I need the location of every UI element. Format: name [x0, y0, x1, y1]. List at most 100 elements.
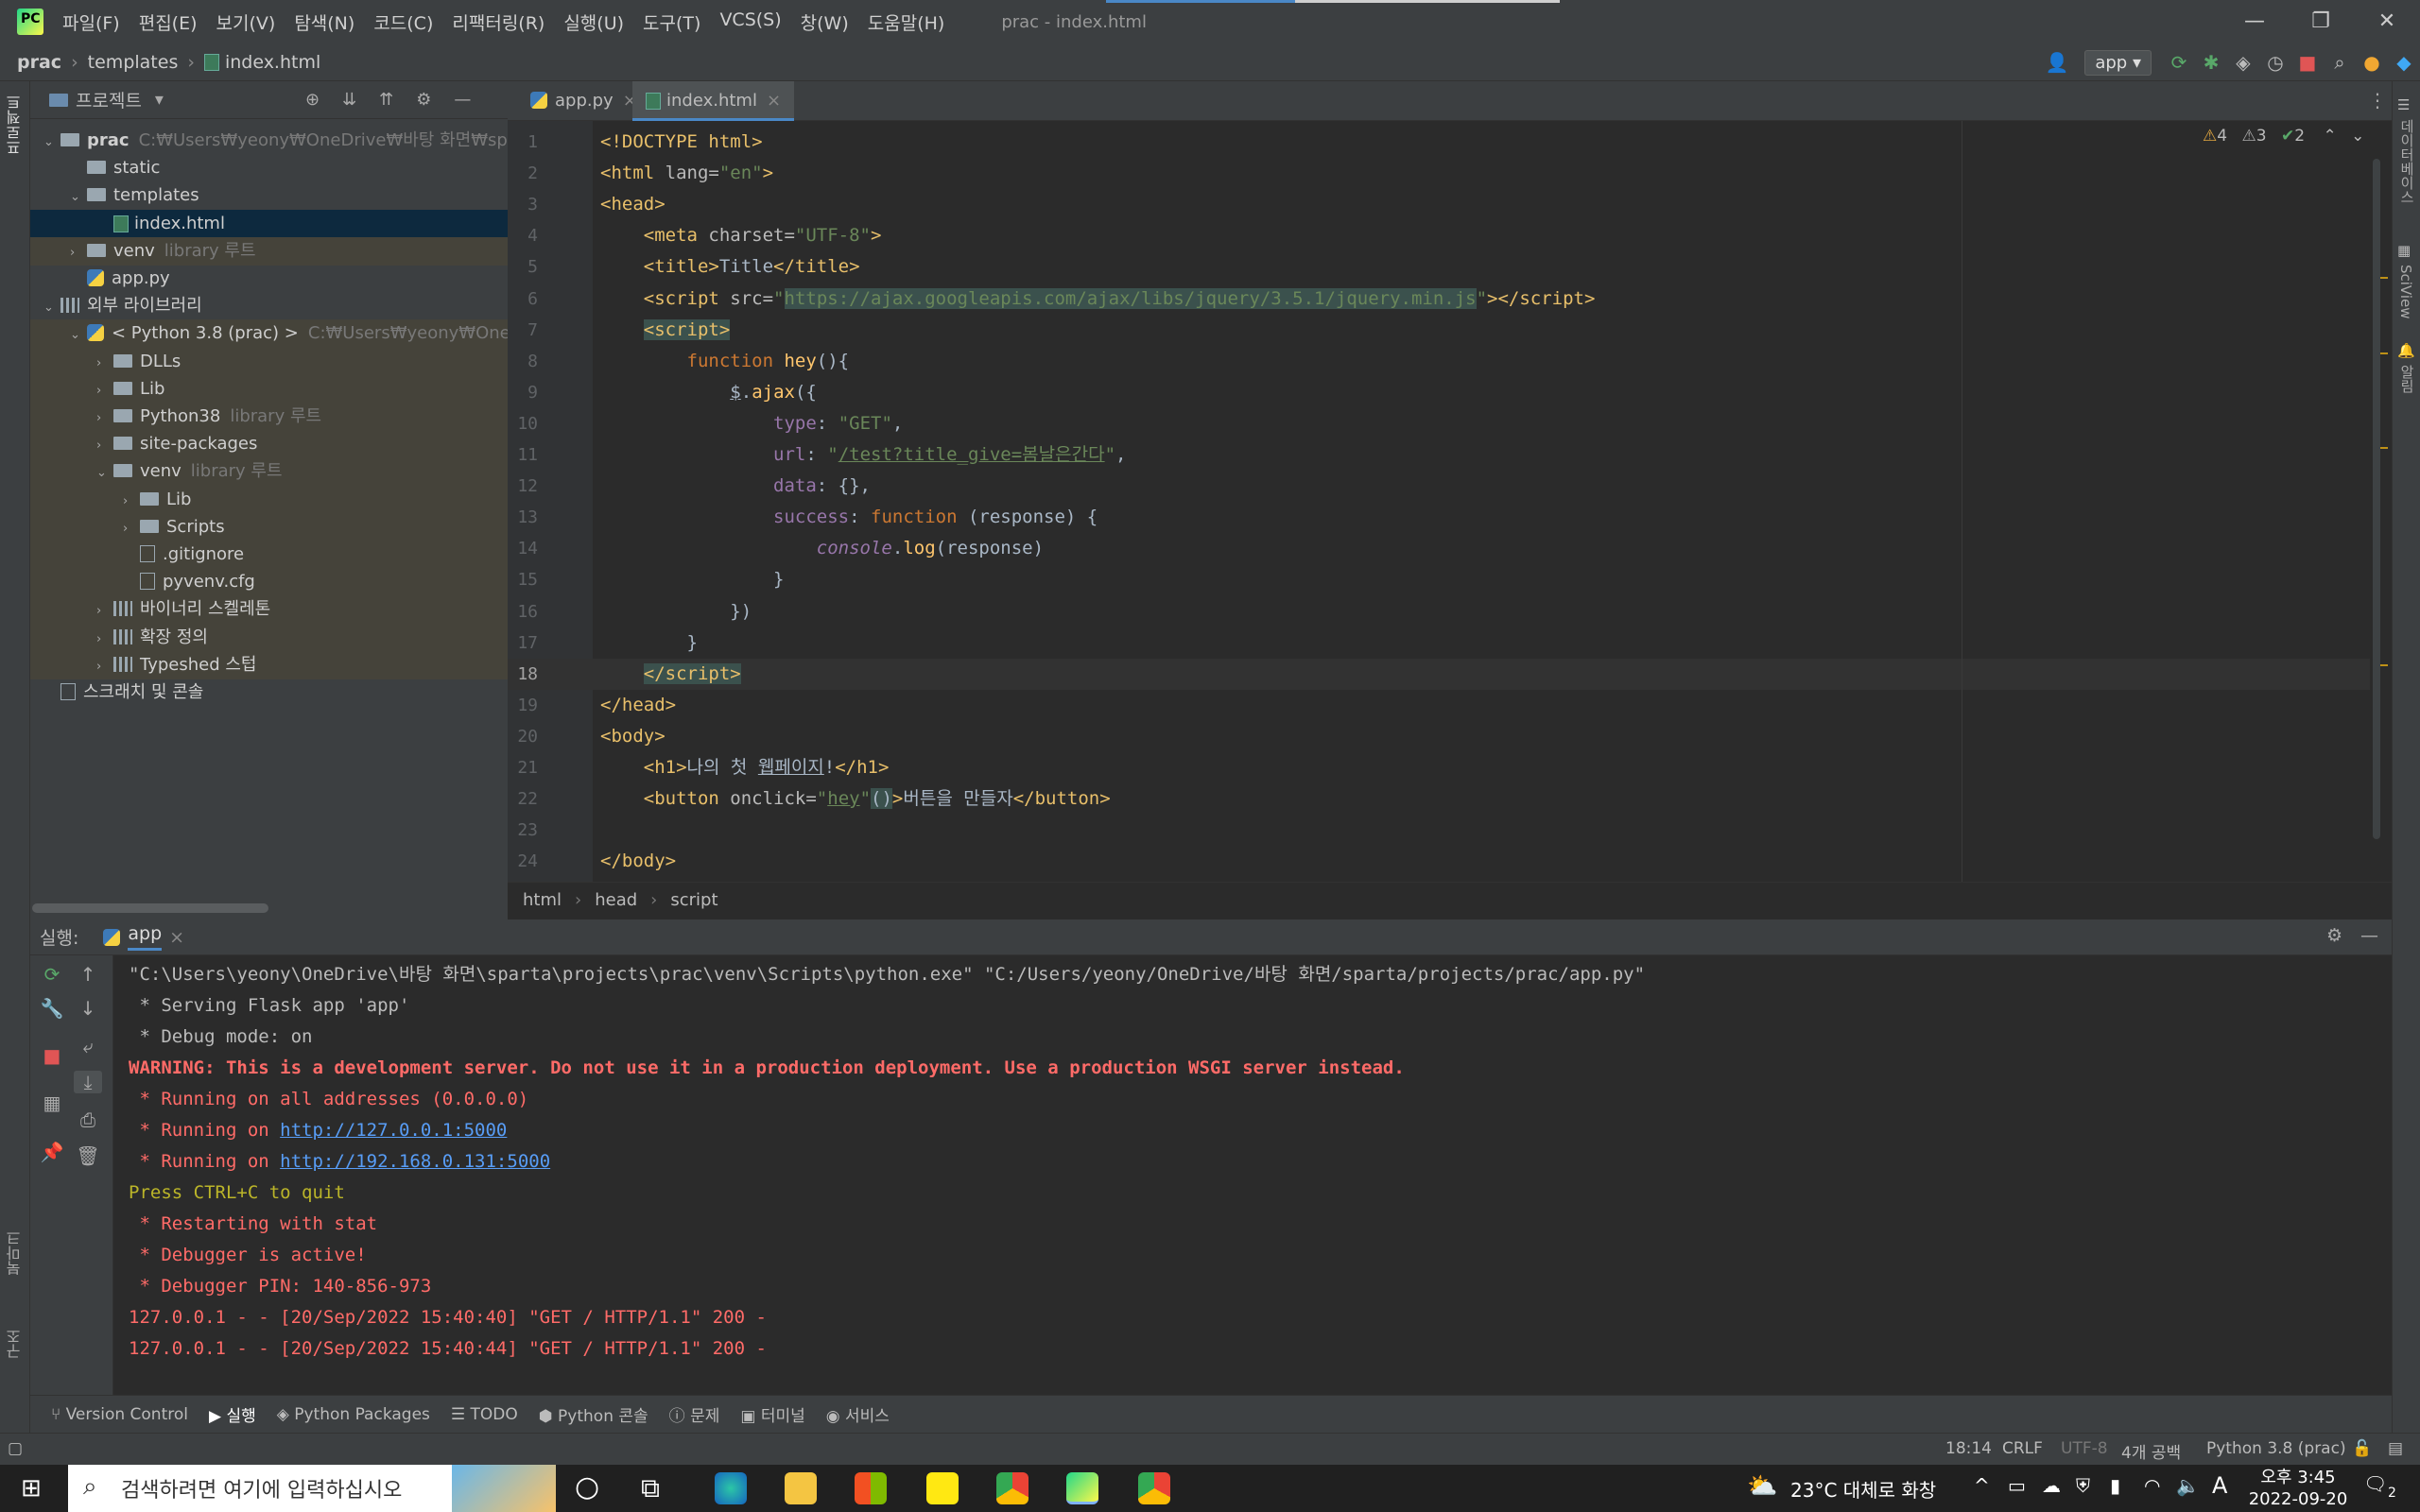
battery-icon[interactable]: ▮ — [2110, 1474, 2120, 1497]
console-link[interactable]: http://192.168.0.131:5000 — [280, 1151, 550, 1172]
bottom-tab[interactable]: ◉ 서비스 — [826, 1402, 890, 1426]
chevron-up-icon[interactable]: ⌃ — [2323, 127, 2336, 146]
code-line[interactable]: <button onclick="hey"()>버튼을 만들자</button> — [600, 783, 1111, 815]
profile-icon[interactable]: ◷ — [2259, 51, 2291, 74]
hide-panel-icon[interactable]: — — [2360, 925, 2378, 946]
chevron-right-icon[interactable]: › — [96, 404, 113, 433]
caret-position[interactable]: 18:14 — [1945, 1439, 1992, 1458]
tab-app-py[interactable]: app.py × — [517, 81, 650, 121]
taskbar-search[interactable]: ⌕ 검색하려면 여기에 입력하십시오 — [68, 1465, 556, 1512]
code-line[interactable]: <h1>나의 첫 웹페이지!</h1> — [600, 752, 890, 783]
code-line[interactable]: <script> — [600, 315, 731, 346]
chevron-right-icon[interactable]: › — [123, 488, 140, 516]
chevron-down-icon[interactable]: ⌄ — [96, 459, 113, 488]
code-line[interactable]: </script> — [600, 659, 741, 690]
pin-icon[interactable]: 📌 — [38, 1141, 66, 1163]
tree-item[interactable]: ⌄ 외부 라이브러리 — [30, 292, 508, 320]
scroll-thumb[interactable] — [2373, 159, 2380, 839]
trash-icon[interactable]: 🗑 — [74, 1144, 102, 1167]
code-line[interactable]: function hey(){ — [600, 346, 850, 377]
code-line[interactable]: <!DOCTYPE html> — [600, 127, 763, 158]
file-encoding[interactable]: UTF-8 — [2061, 1439, 2108, 1458]
expand-all-icon[interactable]: ⇊ — [342, 90, 356, 110]
weather-text[interactable]: 23°C 대체로 화창 — [1790, 1475, 1936, 1503]
tree-item[interactable]: app.py — [30, 265, 508, 293]
panel-toggle-icon[interactable]: ▢ — [8, 1439, 23, 1458]
menu-item[interactable]: 창(W) — [801, 9, 849, 35]
tree-item[interactable]: › DLLs — [30, 347, 508, 378]
chevron-right-icon[interactable]: › — [96, 653, 113, 681]
pycharm-taskbar-icon[interactable] — [1066, 1472, 1098, 1504]
tree-item[interactable]: .gitignore — [30, 541, 508, 569]
code-line[interactable]: <script src="https://ajax.googleapis.com… — [600, 284, 1595, 315]
bottom-tab[interactable]: ⑂ Version Control — [51, 1405, 188, 1424]
chevron-down-icon[interactable]: ⌄ — [70, 321, 87, 350]
chevron-right-icon[interactable]: › — [96, 377, 113, 405]
ime-indicator[interactable]: A — [2212, 1472, 2227, 1499]
tree-item[interactable]: ⌄ venv library 루트 — [30, 457, 508, 488]
chevron-right-icon[interactable]: › — [123, 515, 140, 543]
cortana-icon[interactable]: ○ — [575, 1470, 599, 1503]
code-line[interactable]: data: {}, — [600, 471, 871, 502]
project-panel-title[interactable]: 프로젝트 — [76, 87, 142, 112]
coverage-icon[interactable]: ◈ — [2227, 51, 2259, 74]
debug-icon[interactable]: ✱ — [2195, 51, 2227, 74]
print-icon[interactable]: ⎙ — [74, 1108, 102, 1131]
tree-item[interactable]: › site-packages — [30, 430, 508, 459]
arrow-down-icon[interactable]: ↓ — [74, 997, 102, 1020]
project-side-tab[interactable]: 프로젝트 — [4, 94, 26, 155]
editor-scrollbar[interactable] — [2371, 121, 2390, 882]
tree-item[interactable]: › 확장 정의 — [30, 623, 508, 652]
search-icon[interactable]: ⌕ — [2324, 51, 2356, 74]
user-icon[interactable]: 👤 — [2041, 51, 2073, 74]
breadcrumb-script[interactable]: script — [670, 890, 717, 910]
soft-wrap-icon[interactable]: ⤶ — [74, 1035, 102, 1057]
code-editor[interactable]: <!DOCTYPE html> <html lang="en"> <head> <m… — [593, 121, 2370, 882]
tree-horizontal-scrollbar[interactable] — [32, 903, 268, 913]
wrench-icon[interactable]: 🔧 — [38, 997, 66, 1020]
code-line[interactable]: } — [600, 564, 784, 595]
notification-icon[interactable]: 🗨 — [2363, 1472, 2387, 1495]
tree-item[interactable]: ⌄ < Python 3.8 (prac) > C:₩Users₩yeony₩One… — [30, 319, 556, 350]
bottom-tab[interactable]: ⓘ 문제 — [669, 1402, 720, 1426]
close-icon[interactable]: × — [767, 91, 781, 111]
tree-item[interactable]: static — [30, 154, 508, 182]
bookmarks-side-tab[interactable]: 북마크 — [4, 1230, 26, 1276]
code-line[interactable]: url: "/test?title_give=봄날은간다", — [600, 439, 1126, 471]
code-line[interactable]: console.log(response) — [600, 533, 1044, 564]
chevron-right-icon[interactable]: › — [70, 239, 87, 267]
code-line[interactable]: </body> — [600, 846, 676, 877]
tree-item[interactable]: › Lib — [30, 485, 508, 516]
database-side-tab[interactable]: 데이터베이스 — [2397, 119, 2417, 204]
hide-icon[interactable]: — — [454, 90, 471, 110]
more-tabs-icon[interactable]: ⋮ — [2368, 89, 2387, 112]
code-line[interactable]: </head> — [600, 690, 676, 721]
wifi-icon[interactable]: ◠ — [2144, 1474, 2160, 1497]
layout-icon[interactable]: ▦ — [38, 1091, 66, 1114]
tree-item[interactable]: 스크래치 및 콘솔 — [30, 679, 508, 707]
interpreter[interactable]: Python 3.8 (prac) — [2206, 1439, 2346, 1458]
clock[interactable]: 오후 3:45 2022-09-20 — [2246, 1467, 2350, 1510]
menu-item[interactable]: 파일(F) — [62, 9, 120, 35]
tree-item[interactable]: pyvenv.cfg — [30, 568, 508, 597]
code-line[interactable]: $.ajax({ — [600, 377, 817, 408]
chrome-icon[interactable] — [996, 1472, 1028, 1504]
tray-chevron-up-icon[interactable]: ^ — [1974, 1474, 1990, 1497]
inspection-widget[interactable]: ⚠4 ⚠3 ✔2 ⌃ ⌄ — [2203, 127, 2364, 146]
menu-item[interactable]: VCS(S) — [719, 9, 781, 35]
locate-icon[interactable]: ⊕ — [305, 90, 320, 110]
gear-icon[interactable]: ⚙ — [416, 90, 431, 110]
console-link[interactable]: http://127.0.0.1:5000 — [280, 1120, 507, 1141]
tree-item[interactable]: › Lib — [30, 374, 508, 405]
chevron-right-icon[interactable]: › — [96, 350, 113, 378]
run-tab-app[interactable]: app — [128, 923, 163, 951]
code-line[interactable]: } — [600, 627, 698, 659]
minimize-button[interactable]: — — [2221, 0, 2288, 43]
breadcrumb-html[interactable]: html — [523, 890, 562, 910]
tab-index-html[interactable]: index.html × — [632, 81, 795, 121]
chevron-down-icon[interactable]: ⌄ — [43, 129, 60, 157]
sciview-side-tab[interactable]: SciView — [2397, 265, 2414, 319]
file-explorer-icon[interactable] — [785, 1472, 817, 1504]
bottom-tab[interactable]: ▶ 실행 — [209, 1402, 256, 1426]
code-line[interactable]: }) — [600, 596, 752, 627]
